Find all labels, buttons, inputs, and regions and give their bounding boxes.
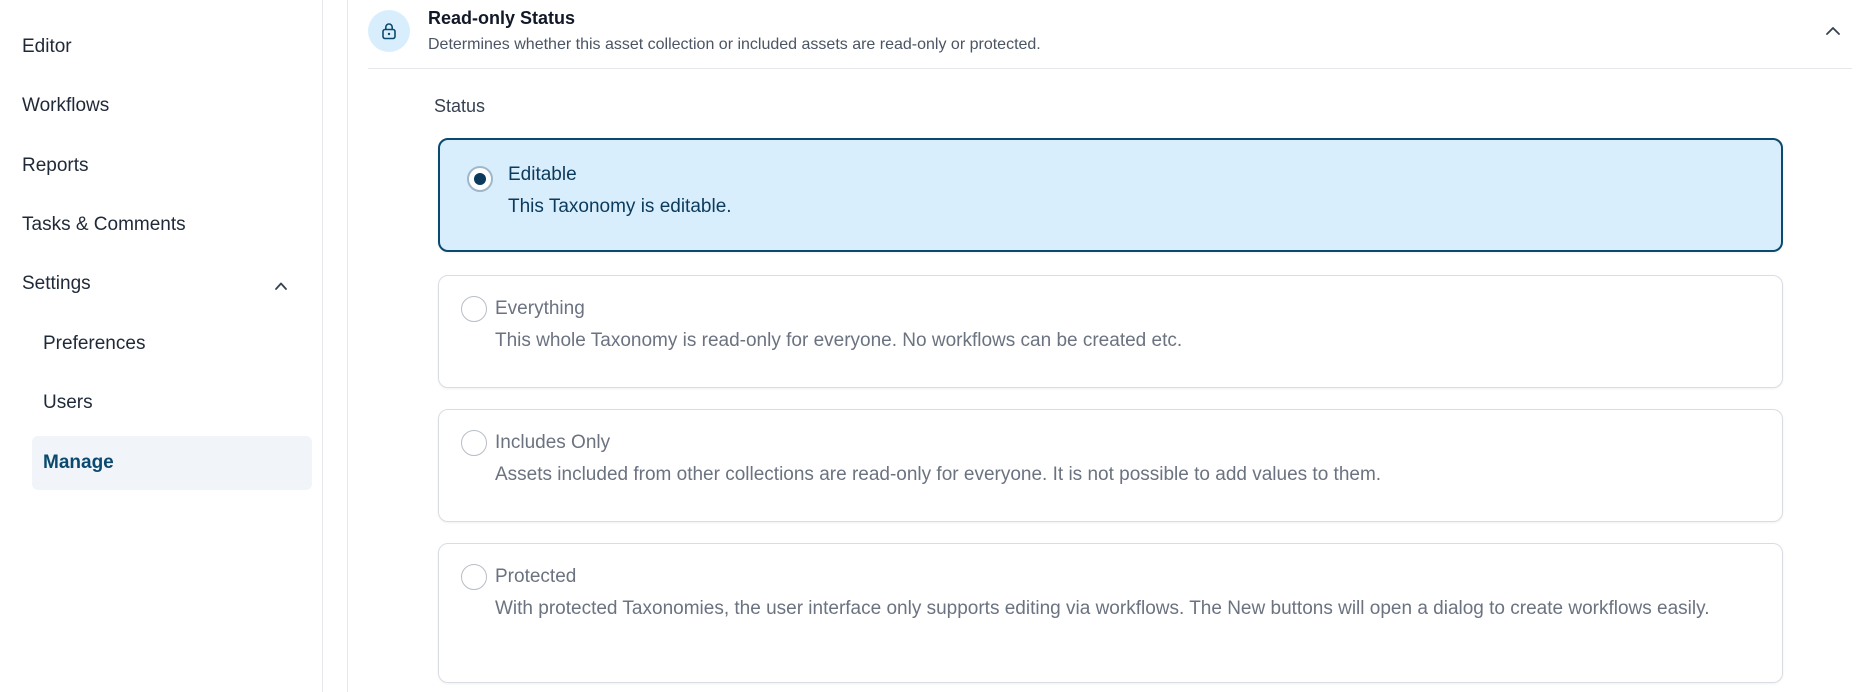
option-title: Editable [508,164,577,185]
sidebar-item-manage[interactable]: Manage [32,436,312,490]
panel-subtitle: Determines whether this asset collection… [428,36,1041,53]
option-includes-only[interactable]: Includes Only Assets included from other… [438,409,1783,522]
radio-everything[interactable] [461,296,487,322]
option-title: Everything [495,298,585,319]
sidebar-item-settings[interactable]: Settings [22,262,312,306]
app-root: Editor Workflows Reports Tasks & Comment… [0,0,1872,692]
sidebar-item-label: Reports [22,155,89,176]
chevron-up-icon [274,277,288,291]
panel-header[interactable]: Read-only Status Determines whether this… [368,0,1852,69]
option-description: Assets included from other collections a… [495,464,1382,485]
option-description: This whole Taxonomy is read-only for eve… [495,330,1183,351]
sidebar: Editor Workflows Reports Tasks & Comment… [0,0,323,692]
option-protected[interactable]: Protected With protected Taxonomies, the… [438,543,1783,683]
option-description: This Taxonomy is editable. [508,196,732,217]
sidebar-item-label: Manage [43,452,114,473]
sidebar-item-label: Users [43,392,93,413]
sidebar-item-label: Tasks & Comments [22,214,186,235]
sidebar-item-reports[interactable]: Reports [22,144,312,188]
sidebar-item-preferences[interactable]: Preferences [32,322,312,366]
main-content: Read-only Status Determines whether this… [323,0,1872,692]
option-everything[interactable]: Everything This whole Taxonomy is read-o… [438,275,1783,388]
option-title: Protected [495,566,577,587]
sidebar-item-label: Workflows [22,95,110,116]
read-only-status-panel: Read-only Status Determines whether this… [347,0,1872,692]
sidebar-item-label: Settings [22,273,91,294]
option-title: Includes Only [495,432,611,453]
option-description: With protected Taxonomies, the user inte… [495,598,1710,619]
sidebar-item-tasks-comments[interactable]: Tasks & Comments [22,203,312,247]
sidebar-item-editor[interactable]: Editor [22,25,312,69]
chevron-up-icon [1826,27,1840,35]
panel-title: Read-only Status [428,8,576,28]
lock-icon [368,10,410,52]
option-editable[interactable]: Editable This Taxonomy is editable. [438,138,1783,252]
sidebar-item-workflows[interactable]: Workflows [22,84,312,128]
collapse-button[interactable] [1822,20,1844,42]
status-label: Status [434,96,486,116]
radio-protected[interactable] [461,564,487,590]
radio-includes-only[interactable] [461,430,487,456]
sidebar-item-label: Preferences [43,333,146,354]
sidebar-item-users[interactable]: Users [32,381,312,425]
radio-editable[interactable] [467,166,493,192]
sidebar-item-label: Editor [22,36,72,57]
